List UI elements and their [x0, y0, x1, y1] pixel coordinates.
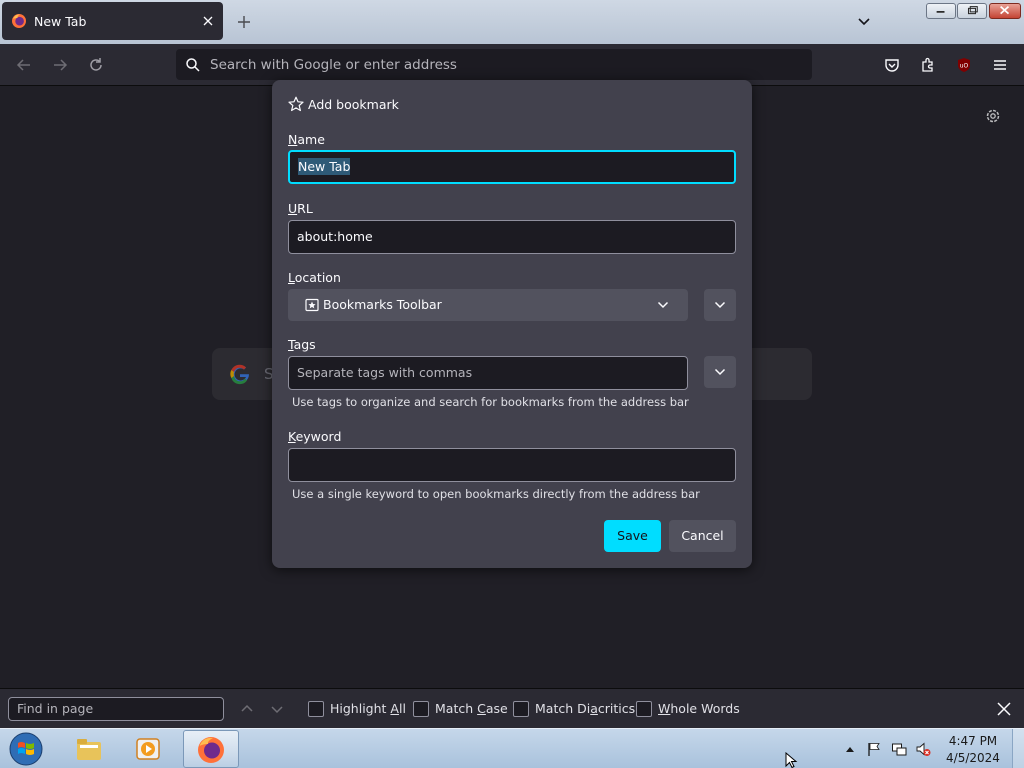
- forward-arrow-icon[interactable]: [51, 56, 69, 74]
- save-button[interactable]: Save: [604, 520, 661, 552]
- folder-icon: [77, 739, 101, 760]
- window-restore-button[interactable]: [957, 3, 987, 19]
- taskbar-file-explorer[interactable]: [62, 730, 118, 768]
- clock-date[interactable]: 4/5/2024: [944, 751, 1002, 765]
- find-input[interactable]: Find in page: [8, 697, 224, 721]
- close-icon[interactable]: [996, 701, 1012, 717]
- pocket-icon[interactable]: [883, 56, 901, 74]
- find-previous-icon[interactable]: [239, 701, 255, 717]
- window-close-button[interactable]: [989, 3, 1021, 19]
- highlight-all-checkbox[interactable]: Highlight All: [308, 700, 406, 718]
- chevron-down-icon[interactable]: [856, 14, 872, 30]
- extensions-puzzle-icon[interactable]: [919, 56, 937, 74]
- show-hidden-icons-icon[interactable]: [845, 745, 855, 753]
- keyword-hint: Use a single keyword to open bookmarks d…: [292, 487, 700, 501]
- find-bar: Find in page Highlight All Match Case Ma…: [0, 688, 1024, 728]
- menu-hamburger-icon[interactable]: [991, 56, 1009, 74]
- keyword-label: Keyword: [288, 429, 342, 444]
- ublock-origin-icon[interactable]: uO: [955, 56, 973, 74]
- chevron-down-icon: [657, 301, 669, 309]
- match-diacritics-label: Match Diacritics: [535, 701, 636, 716]
- firefox-icon: [198, 737, 224, 763]
- url-bar-placeholder: Search with Google or enter address: [210, 57, 457, 73]
- tags-label: Tags: [288, 337, 316, 352]
- checkbox-box[interactable]: [413, 701, 429, 717]
- name-label: Name: [288, 132, 325, 147]
- taskbar-media-player[interactable]: [121, 730, 177, 768]
- match-case-checkbox[interactable]: Match Case: [413, 700, 508, 718]
- tags-hint: Use tags to organize and search for book…: [292, 395, 689, 409]
- volume-muted-icon[interactable]: [915, 741, 931, 757]
- url-bar[interactable]: Search with Google or enter address: [176, 49, 812, 80]
- name-field-value: New Tab: [298, 158, 351, 175]
- star-icon: [288, 96, 304, 112]
- find-next-icon[interactable]: [269, 701, 285, 717]
- chevron-down-icon: [714, 301, 726, 309]
- cancel-button[interactable]: Cancel: [669, 520, 736, 552]
- url-field[interactable]: about:home: [288, 220, 736, 254]
- new-tab-plus-icon[interactable]: [236, 14, 252, 30]
- location-label: Location: [288, 270, 341, 285]
- dialog-title: Add bookmark: [308, 97, 399, 112]
- tags-expander-button[interactable]: [704, 356, 736, 388]
- tab-strip: New Tab: [0, 0, 1024, 44]
- tab-title: New Tab: [34, 14, 87, 29]
- whole-words-label: Whole Words: [658, 701, 740, 716]
- taskbar: 4:47 PM 4/5/2024: [0, 728, 1024, 768]
- svg-text:uO: uO: [960, 63, 969, 70]
- match-case-label: Match Case: [435, 701, 508, 716]
- checkbox-box[interactable]: [636, 701, 652, 717]
- add-bookmark-dialog: Add bookmark Name New Tab URL about:home…: [272, 80, 752, 568]
- checkbox-box[interactable]: [308, 701, 324, 717]
- back-arrow-icon[interactable]: [15, 56, 33, 74]
- windows-start-icon[interactable]: [5, 731, 47, 767]
- tags-field[interactable]: Separate tags with commas: [288, 356, 688, 390]
- match-diacritics-checkbox[interactable]: Match Diacritics: [513, 700, 635, 718]
- window-minimize-button[interactable]: [926, 3, 956, 19]
- search-icon: [186, 58, 200, 72]
- close-tab-icon[interactable]: [201, 14, 215, 28]
- name-field[interactable]: New Tab: [288, 150, 736, 184]
- folder-tree-expander-button[interactable]: [704, 289, 736, 321]
- action-center-flag-icon[interactable]: [866, 741, 882, 757]
- media-player-icon: [136, 738, 160, 760]
- show-desktop-button[interactable]: [1012, 729, 1024, 768]
- url-label: URL: [288, 201, 313, 216]
- highlight-all-label: Highlight All: [330, 701, 406, 716]
- whole-words-checkbox[interactable]: Whole Words: [636, 700, 740, 718]
- location-select-value: Bookmarks Toolbar: [323, 297, 442, 312]
- reload-icon[interactable]: [87, 56, 105, 74]
- bookmarks-toolbar-icon: [305, 298, 319, 312]
- checkbox-box[interactable]: [513, 701, 529, 717]
- keyword-field[interactable]: [288, 448, 736, 482]
- taskbar-firefox[interactable]: [183, 730, 239, 768]
- location-select[interactable]: Bookmarks Toolbar: [288, 289, 688, 321]
- clock-time[interactable]: 4:47 PM: [944, 734, 1002, 748]
- network-icon[interactable]: [891, 741, 907, 757]
- chevron-down-icon: [714, 368, 726, 376]
- mouse-pointer-icon: [785, 752, 798, 768]
- firefox-icon: [12, 14, 26, 28]
- tab-new-tab[interactable]: New Tab: [2, 2, 223, 40]
